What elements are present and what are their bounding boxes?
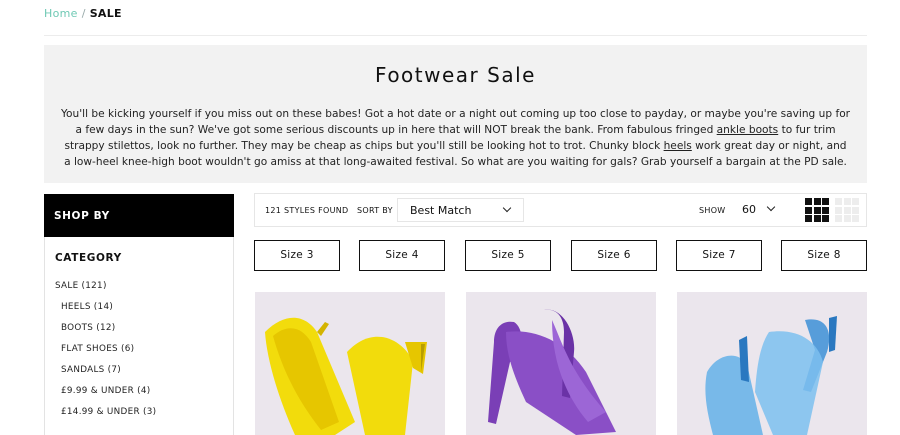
category-list: SALE (121) HEELS (14) BOOTS (12) FLAT SH…: [45, 280, 156, 427]
breadcrumb-current: SALE: [89, 7, 122, 20]
breadcrumb: Home / SALE: [44, 7, 122, 20]
show-label: SHOW: [699, 206, 726, 215]
category-hero: Footwear Sale You'll be kicking yourself…: [44, 45, 867, 183]
product-image-purple-heels[interactable]: [466, 292, 656, 435]
heels-link[interactable]: heels: [664, 140, 692, 152]
shop-by-heading: SHOP BY: [44, 194, 234, 237]
category-item-heels[interactable]: HEELS (14): [45, 301, 156, 322]
category-item-under-14-99[interactable]: £14.99 & UNDER (3): [45, 406, 156, 427]
category-description: You'll be kicking yourself if you miss o…: [61, 106, 851, 170]
divider: [44, 35, 867, 36]
listing-toolbar: 121 STYLES FOUND SORT BY Best Match SHOW…: [254, 193, 867, 227]
category-item-sandals[interactable]: SANDALS (7): [45, 364, 156, 385]
breadcrumb-home-link[interactable]: Home: [44, 7, 78, 20]
grid-4x4-icon[interactable]: [835, 198, 859, 222]
size-7-button[interactable]: Size 7: [676, 240, 762, 271]
size-6-button[interactable]: Size 6: [571, 240, 657, 271]
grid-3x3-icon[interactable]: [805, 198, 829, 222]
filter-sidebar: CATEGORY SALE (121) HEELS (14) BOOTS (12…: [44, 237, 234, 435]
purple-heels-image: [466, 292, 656, 435]
category-item-under-9-99[interactable]: £9.99 & UNDER (4): [45, 385, 156, 406]
sort-dropdown[interactable]: Best Match: [397, 198, 524, 222]
ankle-boots-link[interactable]: ankle boots: [717, 124, 779, 136]
per-page-value: 60: [742, 203, 756, 216]
results-count: 121 STYLES FOUND: [265, 206, 349, 215]
size-8-button[interactable]: Size 8: [781, 240, 867, 271]
category-item-boots[interactable]: BOOTS (12): [45, 322, 156, 343]
category-filter-title[interactable]: CATEGORY: [55, 252, 122, 264]
size-3-button[interactable]: Size 3: [254, 240, 340, 271]
sort-value: Best Match: [410, 204, 472, 217]
size-filter-bar: Size 3 Size 4 Size 5 Size 6 Size 7 Size …: [254, 240, 867, 271]
category-item-sale[interactable]: SALE (121): [45, 280, 156, 301]
category-item-flat-shoes[interactable]: FLAT SHOES (6): [45, 343, 156, 364]
size-4-button[interactable]: Size 4: [359, 240, 445, 271]
yellow-heels-image: [255, 292, 445, 435]
product-image-clear-blue-heels[interactable]: [677, 292, 867, 435]
per-page-dropdown[interactable]: 60: [732, 198, 782, 222]
size-5-button[interactable]: Size 5: [465, 240, 551, 271]
breadcrumb-separator: /: [81, 7, 86, 20]
product-image-yellow-heels[interactable]: [255, 292, 445, 435]
chevron-down-icon: [766, 202, 776, 212]
page-title: Footwear Sale: [375, 63, 536, 87]
chevron-down-icon: [502, 203, 512, 213]
sort-label: SORT BY: [357, 206, 393, 215]
clear-blue-heels-image: [677, 292, 867, 435]
